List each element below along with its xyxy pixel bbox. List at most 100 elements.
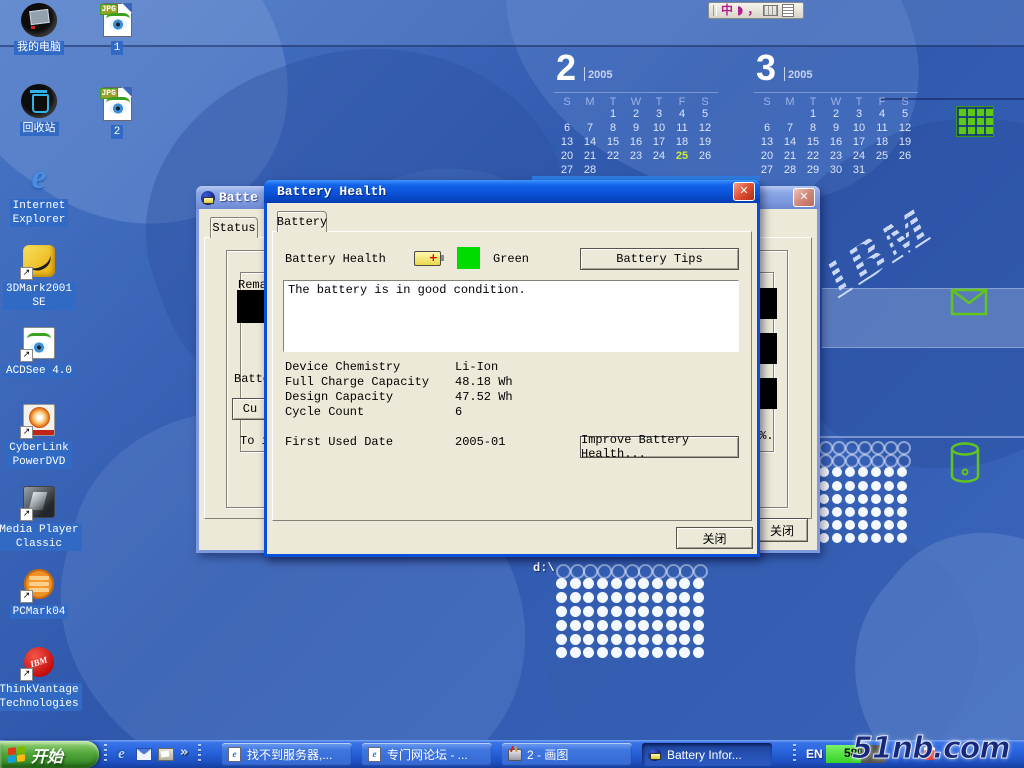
quick-launch-ie-icon[interactable]: e [113, 746, 130, 762]
condition-textbox[interactable]: The battery is in good condition. [283, 280, 739, 352]
ime-drag-handle-icon[interactable] [713, 5, 717, 16]
taskbar-task-4[interactable]: Battery Infor... [642, 743, 772, 766]
wallpaper-dot [845, 454, 859, 468]
wallpaper-dot [611, 634, 622, 645]
calendar-date-cell: 6 [756, 122, 778, 134]
wallpaper-dot [597, 620, 608, 631]
calendar-date-cell: 5 [694, 108, 716, 120]
desktop-icon-3dmark2001-se[interactable]: ↗3DMark2001SE [0, 243, 78, 310]
ime-keyboard-icon[interactable] [763, 5, 778, 16]
paint-icon [507, 747, 522, 762]
taskbar-separator [793, 744, 796, 764]
icon-label: Media PlayerClassic [0, 523, 82, 551]
desktop-icon-acdsee-40[interactable]: ↗ACDSee 4.0 [0, 325, 78, 378]
close-icon[interactable]: ✕ [733, 182, 755, 201]
ime-punctuation-icon[interactable]: ， [747, 4, 759, 17]
calendar-2-2005: 22005SMTWTFS1234567891011121314151617181… [552, 50, 722, 180]
desktop-icon-media-player-classic[interactable]: ↗Media PlayerClassic [0, 484, 78, 551]
calendar-date-cell: 5 [894, 108, 916, 120]
desktop-icon-jpg-2[interactable]: JPG 2 [92, 86, 142, 139]
calendar-date-cell: 18 [671, 136, 693, 148]
wallpaper-dot [625, 647, 636, 658]
calendar-date-cell: 13 [756, 136, 778, 148]
wallpaper-dot [845, 494, 855, 504]
improve-battery-health-button[interactable]: Improve Battery Health... [580, 436, 739, 458]
calendar-date-cell: 28 [579, 164, 601, 176]
wallpaper-dot [871, 481, 881, 491]
wallpaper-dot [884, 494, 894, 504]
calendar-date-cell: 14 [579, 136, 601, 148]
wallpaper-dot [638, 634, 649, 645]
close-icon[interactable]: ✕ [793, 188, 815, 207]
wallpaper-dot [897, 520, 907, 530]
taskbar-task-3[interactable]: 2 - 画图 [502, 743, 632, 766]
wallpaper-dot [832, 441, 846, 455]
jpg-file-icon: JPG [98, 2, 136, 38]
calendar-date-cell: 26 [694, 150, 716, 162]
calendar-date-cell: 10 [648, 122, 670, 134]
calendar-day-header: W [825, 96, 847, 108]
calendar-month-number: 2 [556, 50, 576, 86]
desktop: IBM d:\ 22005SMTWTFS12345678910111213141… [0, 0, 1024, 768]
close-button[interactable]: 关闭 [756, 518, 808, 542]
desktop-icon-my-computer[interactable]: 我的电脑 [0, 2, 78, 55]
icon-art: ↗ [20, 325, 58, 361]
icon-label: 我的电脑 [14, 41, 64, 55]
close-button[interactable]: 关闭 [676, 527, 753, 549]
calendar-month-number: 3 [756, 50, 776, 86]
wallpaper-dot [832, 494, 842, 504]
calendar-day-header: T [802, 96, 824, 108]
desktop-icon-jpg-1[interactable]: JPG1 [92, 2, 142, 55]
dialog-titlebar[interactable]: Battery Health ✕ [264, 180, 760, 203]
icon-label: 2 [111, 125, 124, 139]
calendar-date-cell: 25 [871, 150, 893, 162]
ime-menu-icon[interactable] [782, 4, 794, 17]
dialog-title: Battery Health [277, 184, 386, 199]
icon-label: InternetExplorer [10, 199, 69, 227]
calendar-date-cell: 1 [602, 108, 624, 120]
battery-tips-button[interactable]: Battery Tips [580, 248, 739, 270]
wallpaper-dot [638, 578, 649, 589]
wallpaper-dot [652, 564, 667, 579]
wallpaper-dot [871, 507, 881, 517]
task-label: 找不到服务器,... [247, 746, 332, 763]
ime-language-bar[interactable]: 中 ◗ ， [708, 2, 804, 19]
quick-launch-mail-icon[interactable] [135, 746, 152, 762]
show-desktop-icon[interactable] [157, 746, 174, 762]
wallpaper-dot [897, 494, 907, 504]
calendar-day-header: M [779, 96, 801, 108]
wallpaper-dot [625, 578, 636, 589]
calendar-date-cell: 27 [756, 164, 778, 176]
desktop-icon-thinkvantage-technologies[interactable]: IBM↗ThinkVantageTechnologies [0, 644, 78, 711]
taskbar-task-1[interactable]: e找不到服务器,... [222, 743, 352, 766]
wallpaper-dot [871, 454, 885, 468]
ime-width-toggle-icon[interactable]: ◗ [737, 4, 743, 17]
wallpaper-dot [625, 592, 636, 603]
wallpaper-dot [570, 634, 581, 645]
tab-status[interactable]: Status [210, 217, 258, 238]
start-button[interactable]: 开始 [0, 741, 99, 768]
wallpaper-dot [638, 606, 649, 617]
battery-app-icon [201, 191, 215, 205]
desktop-icon-cyberlink-powerdvd[interactable]: ↗CyberLinkPowerDVD [0, 402, 78, 469]
my-computer-icon [21, 3, 57, 37]
ime-chinese-indicator[interactable]: 中 [721, 4, 733, 17]
desktop-icon-internet-explorer[interactable]: e InternetExplorer [0, 160, 78, 227]
calendar-year-divider [784, 67, 785, 81]
desktop-icon-pcmark04[interactable]: ↗PCMark04 [0, 566, 78, 619]
wallpaper-dot [897, 467, 907, 477]
current-settings-button[interactable]: Cu [232, 398, 268, 420]
wallpaper-dot [819, 441, 833, 455]
taskbar-task-2[interactable]: e专门网论坛 - ... [362, 743, 492, 766]
desktop-icon-recycle-bin[interactable]: 回收站 [0, 83, 78, 136]
tab-battery[interactable]: Battery [277, 211, 327, 232]
language-indicator[interactable]: EN [806, 747, 823, 761]
icon-art: e [20, 160, 58, 196]
quick-launch-overflow-chevron[interactable]: » [180, 745, 188, 760]
calendar-date-cell: 1 [802, 108, 824, 120]
wallpaper-dot [832, 507, 842, 517]
jpg-page-icon: JPG [103, 87, 132, 121]
calendar-day-header: F [871, 96, 893, 108]
calendar-day-header: W [625, 96, 647, 108]
wallpaper-dot [693, 620, 704, 631]
